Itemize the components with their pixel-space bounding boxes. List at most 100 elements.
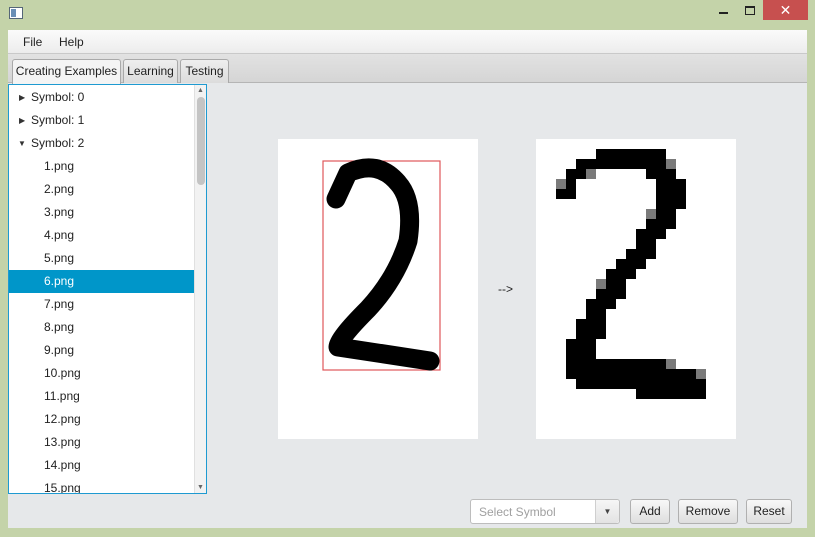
digit-pixel	[656, 209, 666, 219]
digit-pixel	[636, 259, 646, 269]
digit-pixel	[586, 369, 596, 379]
digit-pixel	[636, 249, 646, 259]
collapse-arrow-icon[interactable]: ▼	[18, 132, 28, 155]
digit-pixel	[646, 169, 656, 179]
digit-pixel	[696, 369, 706, 379]
digit-pixel	[686, 369, 696, 379]
tree-item-file[interactable]: 10.png	[9, 362, 194, 385]
digit-pixel	[666, 169, 676, 179]
digit-pixel	[686, 389, 696, 399]
close-button[interactable]: ✕	[763, 0, 808, 20]
tree-item-file[interactable]: 2.png	[9, 178, 194, 201]
tree-item-file[interactable]: 4.png	[9, 224, 194, 247]
tree-item-symbol-1[interactable]: ▶ Symbol: 1	[9, 109, 194, 132]
tree-item-label: 14.png	[44, 458, 81, 472]
digit-pixel	[656, 359, 666, 369]
add-button[interactable]: Add	[630, 499, 670, 524]
expand-arrow-icon[interactable]: ▶	[19, 109, 29, 132]
tree-item-label: 6.png	[44, 274, 75, 288]
digit-pixel	[646, 379, 656, 389]
tree-item-file[interactable]: 13.png	[9, 431, 194, 454]
digit-pixel	[616, 279, 626, 289]
digit-pixel	[566, 179, 576, 189]
tree-item-symbol-0[interactable]: ▶ Symbol: 0	[9, 86, 194, 109]
dropdown-arrow-icon[interactable]: ▼	[595, 500, 619, 523]
tab-testing[interactable]: Testing	[180, 59, 229, 83]
symbol-select-placeholder: Select Symbol	[479, 505, 556, 519]
digit-pixel	[606, 149, 616, 159]
tree-scrollbar[interactable]: ▲ ▼	[194, 85, 206, 493]
digit-pixel	[626, 249, 636, 259]
tree-item-symbol-2[interactable]: ▼ Symbol: 2	[9, 132, 194, 155]
digit-pixel	[646, 359, 656, 369]
scroll-down-icon[interactable]: ▼	[195, 482, 206, 493]
tree-item-file[interactable]: 12.png	[9, 408, 194, 431]
digit-pixel	[576, 369, 586, 379]
digit-pixel	[576, 359, 586, 369]
title-bar[interactable]: ✕	[0, 0, 815, 27]
digit-pixel	[646, 209, 656, 219]
digit-pixel	[636, 379, 646, 389]
digit-pixel	[626, 259, 636, 269]
digit-pixel	[636, 359, 646, 369]
digit-pixel	[566, 169, 576, 179]
tree-item-label: 13.png	[44, 435, 81, 449]
tab-creating-examples[interactable]: Creating Examples	[12, 59, 121, 84]
digit-pixel	[666, 369, 676, 379]
digit-pixel	[626, 149, 636, 159]
tab-learning[interactable]: Learning	[123, 59, 178, 83]
digit-pixel	[596, 329, 606, 339]
digit-pixel	[586, 299, 596, 309]
maximize-icon	[745, 5, 755, 15]
scroll-up-icon[interactable]: ▲	[195, 85, 206, 96]
expand-arrow-icon[interactable]: ▶	[19, 86, 29, 109]
scroll-thumb[interactable]	[197, 97, 205, 185]
digit-pixel	[616, 159, 626, 169]
digit-pixel	[576, 169, 586, 179]
symbol-tree[interactable]: ▶ Symbol: 0 ▶ Symbol: 1 ▼ Symbol: 2 1.pn…	[8, 84, 207, 494]
digit-pixel	[656, 189, 666, 199]
app-icon	[9, 7, 23, 19]
digit-pixel	[656, 379, 666, 389]
maximize-button[interactable]	[737, 0, 763, 20]
tree-item-label: 8.png	[44, 320, 75, 334]
digit-pixel	[566, 189, 576, 199]
reset-button[interactable]: Reset	[746, 499, 792, 524]
digit-pixel	[606, 279, 616, 289]
minimize-button[interactable]	[710, 0, 736, 20]
menu-help[interactable]: Help	[59, 35, 84, 49]
digit-pixel	[596, 159, 606, 169]
tree-item-file[interactable]: 1.png	[9, 155, 194, 178]
tree-item-label: 4.png	[44, 228, 75, 242]
digit-pixel	[586, 329, 596, 339]
tree-item-file[interactable]: 9.png	[9, 339, 194, 362]
drawing-canvas[interactable]	[278, 139, 478, 439]
symbol-select[interactable]: Select Symbol ▼	[470, 499, 620, 524]
digit-pixel	[656, 369, 666, 379]
digit-pixel	[676, 379, 686, 389]
digit-pixel	[596, 299, 606, 309]
menu-file[interactable]: File	[23, 35, 42, 49]
digit-pixel	[576, 319, 586, 329]
tree-item-file[interactable]: 8.png	[9, 316, 194, 339]
digit-pixel	[696, 389, 706, 399]
digit-pixel	[586, 339, 596, 349]
digit-pixel	[696, 379, 706, 389]
digit-pixel	[656, 149, 666, 159]
conversion-arrow: -->	[498, 282, 513, 296]
drawn-digit-image	[322, 158, 441, 371]
digit-pixel	[666, 219, 676, 229]
tree-item-file[interactable]: 3.png	[9, 201, 194, 224]
tree-item-file[interactable]: 11.png	[9, 385, 194, 408]
pixelated-digit-image	[556, 149, 706, 399]
tree-item-label: 11.png	[44, 389, 80, 403]
digit-pixel	[616, 149, 626, 159]
remove-button[interactable]: Remove	[678, 499, 738, 524]
tree-item-file[interactable]: 7.png	[9, 293, 194, 316]
tree-item-file[interactable]: 15.png	[9, 477, 194, 493]
tree-item-file[interactable]: 14.png	[9, 454, 194, 477]
digit-pixel	[576, 329, 586, 339]
tree-item-file[interactable]: 5.png	[9, 247, 194, 270]
tree-item-file-selected[interactable]: 6.png	[9, 270, 194, 293]
digit-pixel	[656, 389, 666, 399]
